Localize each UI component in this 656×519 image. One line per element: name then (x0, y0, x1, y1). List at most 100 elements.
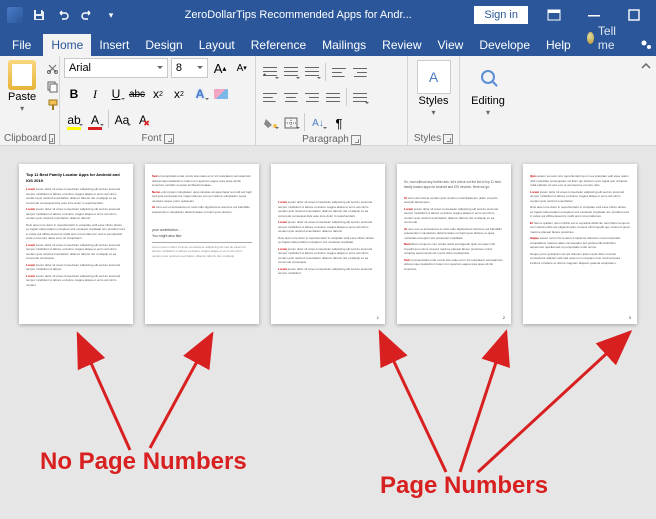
document-title: ZeroDollarTips Recommended Apps for Andr… (122, 9, 474, 21)
save-icon[interactable] (28, 4, 50, 26)
ribbon-options-icon[interactable] (536, 3, 572, 27)
align-center-icon (284, 93, 298, 103)
clear-all-button[interactable]: A✖ (133, 110, 153, 130)
font-name-select[interactable]: Arial (64, 58, 168, 78)
bullets-button[interactable] (260, 63, 280, 83)
page-number-4: 2 (503, 315, 505, 321)
format-painter-icon[interactable] (43, 96, 61, 112)
numbering-icon (284, 67, 298, 79)
show-marks-button[interactable]: ¶ (329, 113, 349, 133)
superscript-button[interactable]: x2 (169, 84, 189, 104)
share-icon (639, 38, 653, 52)
increase-indent-button[interactable] (350, 63, 370, 83)
page-number-5: 3 (629, 315, 631, 321)
tab-mailings[interactable]: Mailings (314, 34, 374, 56)
redo-icon[interactable] (76, 4, 98, 26)
numbering-button[interactable] (281, 63, 301, 83)
align-left-button[interactable] (260, 88, 280, 108)
borders-icon (284, 117, 298, 129)
highlight-button[interactable]: ab (64, 110, 84, 130)
tab-review[interactable]: Review (374, 34, 429, 56)
change-case-button[interactable]: Aa (112, 110, 132, 130)
copy-icon[interactable] (43, 78, 61, 94)
page-thumb-5[interactable]: Quis autem vel eum iure reprehenderit qu… (523, 164, 637, 324)
page1-title: Top 11 Best Family Locator Apps for Andr… (26, 172, 126, 184)
shading-button[interactable] (260, 113, 280, 133)
bullets-icon (263, 67, 277, 79)
quick-access-toolbar: ▾ (4, 4, 122, 26)
app-icon[interactable] (4, 4, 26, 26)
clear-format-button[interactable] (211, 84, 231, 104)
multilevel-button[interactable] (302, 63, 322, 83)
grow-font-icon[interactable]: A▴ (211, 58, 230, 78)
paragraph-group-label: Paragraph (302, 134, 349, 145)
align-left-icon (263, 93, 277, 103)
bold-button[interactable]: B (64, 84, 84, 104)
decrease-indent-button[interactable] (329, 63, 349, 83)
outdent-icon (332, 68, 346, 78)
paste-button[interactable]: Paste ▾ (4, 58, 40, 115)
page4-lead: So, now without any further ado, let's c… (404, 180, 504, 190)
tab-design[interactable]: Design (137, 34, 190, 56)
tab-home[interactable]: Home (43, 34, 91, 56)
tab-references[interactable]: Reference (243, 34, 314, 56)
text-effects-button[interactable]: A (190, 84, 210, 104)
sort-button[interactable]: A↓ (308, 113, 328, 133)
eraser-icon (214, 89, 228, 99)
tab-view[interactable]: View (430, 34, 472, 56)
undo-icon[interactable] (52, 4, 74, 26)
signin-button[interactable]: Sign in (474, 6, 528, 24)
editing-button[interactable]: Editing ▾ (467, 58, 509, 119)
share-button[interactable]: Share (629, 34, 656, 56)
tab-help[interactable]: Help (538, 34, 579, 56)
subscript-button[interactable]: x2 (148, 84, 168, 104)
line-spacing-button[interactable] (350, 88, 370, 108)
font-color-button[interactable]: A (85, 110, 105, 130)
font-size-select[interactable]: 8 (171, 58, 208, 78)
tab-layout[interactable]: Layout (191, 34, 243, 56)
styles-dialog-launcher-icon[interactable] (443, 134, 453, 144)
page-number-3: 1 (377, 315, 379, 321)
styles-group-label: Styles (414, 133, 441, 144)
page-thumb-3[interactable]: Lorem ipsum dolor sit amet consectetur a… (271, 164, 385, 324)
align-right-icon (305, 93, 319, 103)
styles-icon: A (417, 60, 451, 94)
tell-me-search[interactable]: Tell me (579, 20, 629, 56)
multilevel-icon (305, 67, 319, 79)
bulb-icon (587, 32, 594, 44)
ribbon-tabs: File Home Insert Design Layout Reference… (0, 30, 656, 56)
paste-icon (8, 60, 36, 90)
justify-button[interactable] (323, 88, 343, 108)
tab-file[interactable]: File (0, 34, 43, 56)
tab-insert[interactable]: Insert (91, 34, 137, 56)
strikethrough-button[interactable]: abc (127, 84, 147, 104)
italic-button[interactable]: I (85, 84, 105, 104)
underline-button[interactable]: U (106, 84, 126, 104)
collapse-ribbon-icon[interactable] (636, 56, 656, 79)
font-name-value: Arial (69, 62, 91, 74)
tab-developer[interactable]: Develope (471, 34, 538, 56)
borders-button[interactable] (281, 113, 301, 133)
font-dialog-launcher-icon[interactable] (164, 134, 174, 144)
page-thumb-1[interactable]: Top 11 Best Family Locator Apps for Andr… (19, 164, 133, 324)
shrink-font-icon[interactable]: A▾ (232, 58, 251, 78)
font-group-label: Font (141, 133, 161, 144)
page-thumb-2[interactable]: Sed ut perspiciatis unde omnis iste natu… (145, 164, 259, 324)
align-right-button[interactable] (302, 88, 322, 108)
bucket-icon (263, 117, 277, 129)
cut-icon[interactable] (43, 60, 61, 76)
qat-customize-icon[interactable]: ▾ (100, 4, 122, 26)
styles-button[interactable]: A Styles ▾ (413, 58, 455, 119)
indent-icon (353, 68, 367, 78)
align-center-button[interactable] (281, 88, 301, 108)
ribbon: Paste ▾ Clipboard Arial 8 A▴ A▾ B I U (0, 56, 656, 146)
find-icon (481, 70, 495, 84)
justify-icon (326, 93, 340, 103)
page-thumb-4[interactable]: So, now without any further ado, let's c… (397, 164, 511, 324)
clipboard-group-label: Clipboard (4, 133, 47, 144)
tell-me-label: Tell me (598, 24, 621, 52)
title-bar: ▾ ZeroDollarTips Recommended Apps for An… (0, 0, 656, 30)
annotation-no-page-numbers: No Page Numbers (40, 448, 247, 476)
paragraph-dialog-launcher-icon[interactable] (351, 135, 361, 145)
clipboard-dialog-launcher-icon[interactable] (49, 134, 55, 144)
